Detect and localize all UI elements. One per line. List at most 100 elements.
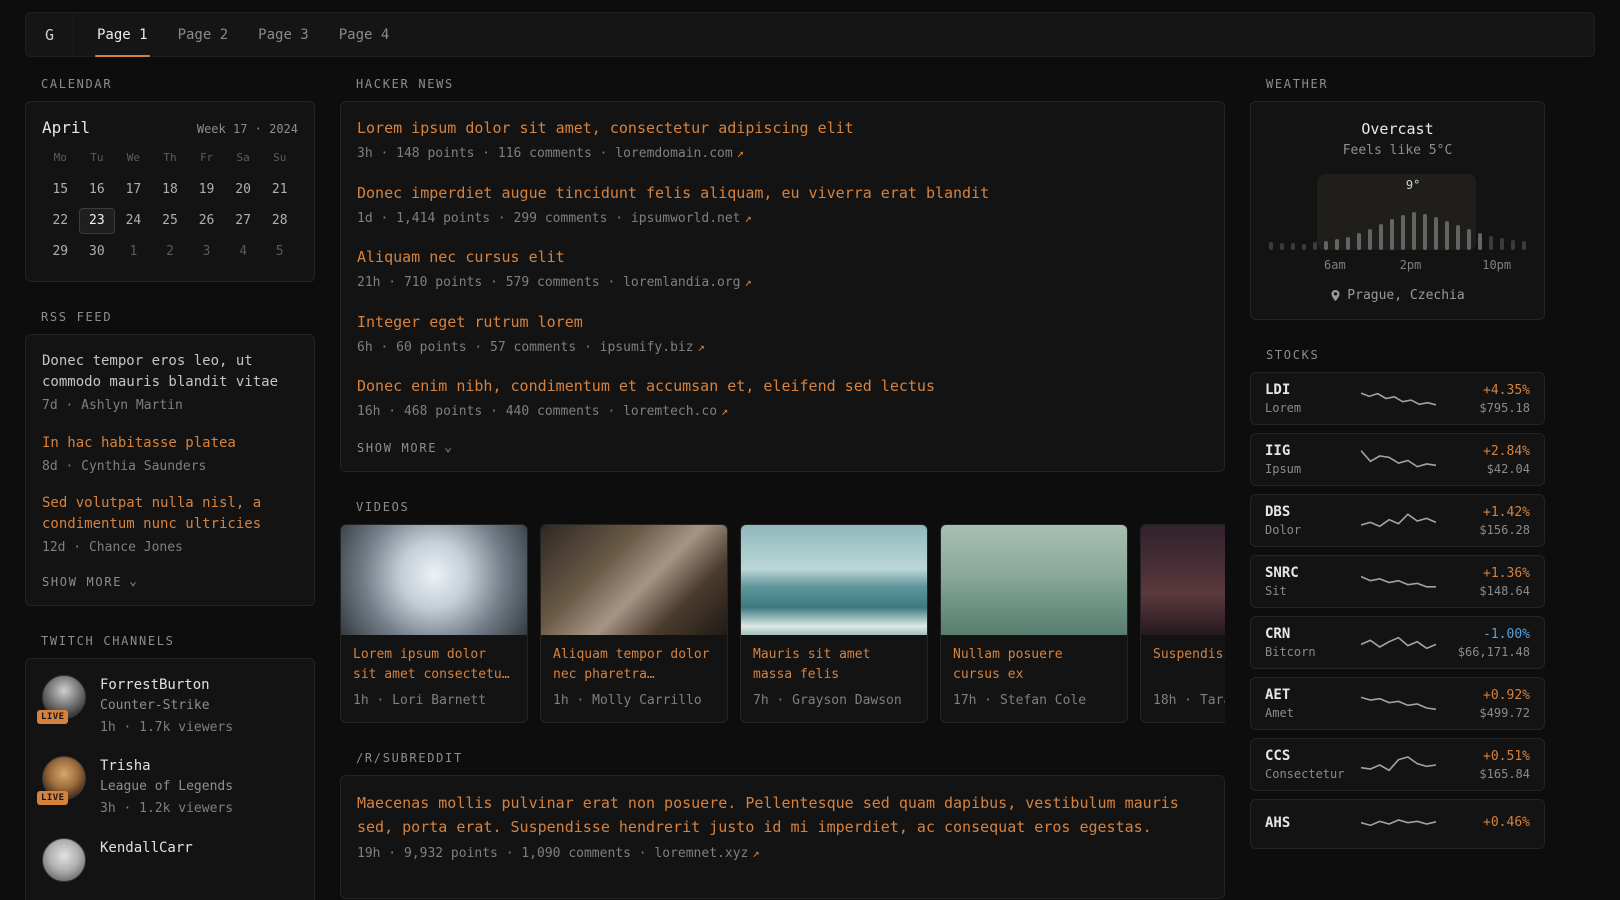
hn-story-meta: 21h · 710 points · 579 comments · loreml… [357, 273, 1208, 293]
stock-row[interactable]: AET Amet +0.92% $499.72 [1250, 677, 1545, 730]
hn-story-title[interactable]: Integer eget rutrum lorem [357, 312, 1208, 333]
stock-row[interactable]: CCS Consectetur +0.51% $165.84 [1250, 738, 1545, 791]
calendar-grid: MoTuWeThFrSaSu 1516171819202122232425262… [42, 151, 298, 265]
video-title[interactable]: Lorem ipsum dolor sit amet consectetu… [353, 645, 515, 685]
calendar-day[interactable]: 26 [188, 208, 225, 234]
stocks-list: LDI Lorem +4.35% $795.18 IIG Ipsum [1250, 372, 1545, 849]
hn-story-stats: 16h · 468 points · 440 comments · [357, 404, 615, 419]
hn-story-meta: 1d · 1,414 points · 299 comments · ipsum… [357, 209, 1208, 229]
stock-change: +1.42% [1444, 505, 1530, 520]
calendar-day[interactable]: 19 [188, 177, 225, 203]
video-title[interactable]: Nullam posuere cursus ex [953, 645, 1115, 685]
weather-feels-like: Feels like 5°C [1267, 143, 1528, 158]
calendar-day[interactable]: 17 [115, 177, 152, 203]
hn-story-domain-link[interactable]: ipsumworld.net↗ [631, 211, 752, 226]
video-thumbnail[interactable] [941, 525, 1127, 635]
calendar-day[interactable]: 27 [225, 208, 262, 234]
hn-story-domain-link[interactable]: ipsumify.biz↗ [600, 340, 705, 355]
calendar-day[interactable]: 1 [115, 239, 152, 265]
hackernews-section-title: HACKER NEWS [356, 77, 1225, 91]
stock-row[interactable]: LDI Lorem +4.35% $795.18 [1250, 372, 1545, 425]
calendar-day[interactable]: 22 [42, 208, 79, 234]
twitch-channel[interactable]: LIVE Trisha League of Legends 3h · 1.2k … [42, 756, 298, 819]
video-body: Aliquam tempor dolor nec pharetra… 1h · … [541, 635, 727, 723]
weather-condition: Overcast [1267, 120, 1528, 138]
calendar-day[interactable]: 23 [79, 208, 116, 234]
rss-item-title[interactable]: Sed volutpat nulla nisl, a condimentum n… [42, 493, 298, 535]
avatar-wrap [42, 838, 86, 882]
stock-row[interactable]: DBS Dolor +1.42% $156.28 [1250, 494, 1545, 547]
hn-show-more-button[interactable]: SHOW MORE ⌄ [357, 441, 454, 455]
hn-story-domain-link[interactable]: loremlandia.org↗ [623, 275, 752, 290]
video-thumbnail[interactable] [341, 525, 527, 635]
hn-story: Integer eget rutrum lorem 6h · 60 points… [357, 312, 1208, 358]
nav-tab[interactable]: Page 4 [324, 13, 405, 56]
nav-tab[interactable]: Page 3 [243, 13, 324, 56]
calendar-day[interactable]: 5 [261, 239, 298, 265]
rss-item-title[interactable]: In hac habitasse platea [42, 433, 298, 454]
calendar-day[interactable]: 20 [225, 177, 262, 203]
video-title[interactable]: Suspendisse diam [1153, 645, 1225, 685]
hn-story-domain-link[interactable]: loremdomain.com↗ [615, 146, 744, 161]
calendar-day[interactable]: 30 [79, 239, 116, 265]
video-body: Nullam posuere cursus ex 17h · Stefan Co… [941, 635, 1127, 723]
calendar-day[interactable]: 3 [188, 239, 225, 265]
video-card[interactable]: Lorem ipsum dolor sit amet consectetu… 1… [340, 524, 528, 724]
calendar-day[interactable]: 25 [152, 208, 189, 234]
video-title[interactable]: Aliquam tempor dolor nec pharetra… [553, 645, 715, 685]
dashboard: CALENDAR April Week 17 · 2024 MoTuWeThFr… [0, 57, 1620, 900]
calendar-day[interactable]: 29 [42, 239, 79, 265]
calendar-day[interactable]: 2 [152, 239, 189, 265]
stock-row[interactable]: AHS +0.46% [1250, 799, 1545, 849]
calendar-day[interactable]: 15 [42, 177, 79, 203]
calendar-week-info: Week 17 · 2024 [197, 122, 298, 136]
hn-story-title[interactable]: Donec enim nibh, condimentum et accumsan… [357, 376, 1208, 397]
video-card[interactable]: Suspendisse diam 18h · Tara [1140, 524, 1225, 724]
stock-row[interactable]: CRN Bitcorn -1.00% $66,171.48 [1250, 616, 1545, 669]
stock-values: +0.51% $165.84 [1444, 749, 1530, 781]
video-title[interactable]: Mauris sit amet massa felis [753, 645, 915, 685]
calendar-day[interactable]: 4 [225, 239, 262, 265]
video-thumbnail[interactable] [541, 525, 727, 635]
weather-hour-bar [1489, 236, 1493, 250]
hn-story-domain: loremlandia.org [623, 275, 740, 290]
hn-story-title[interactable]: Donec imperdiet augue tincidunt felis al… [357, 183, 1208, 204]
hn-story-domain-link[interactable]: loremtech.co↗ [623, 404, 728, 419]
rss-show-more-button[interactable]: SHOW MORE ⌄ [42, 575, 139, 589]
app-logo[interactable]: G [26, 13, 74, 56]
stock-change: +0.92% [1444, 688, 1530, 703]
nav-tab[interactable]: Page 2 [163, 13, 244, 56]
stock-row[interactable]: SNRC Sit +1.36% $148.64 [1250, 555, 1545, 608]
calendar-weekday: Mo [42, 151, 79, 164]
hn-story-title[interactable]: Lorem ipsum dolor sit amet, consectetur … [357, 118, 1208, 139]
twitch-channel[interactable]: LIVE ForrestBurton Counter-Strike 1h · 1… [42, 675, 298, 738]
calendar-weekday: Th [152, 151, 189, 164]
video-card[interactable]: Aliquam tempor dolor nec pharetra… 1h · … [540, 524, 728, 724]
video-thumbnail[interactable] [1141, 525, 1225, 635]
stock-row[interactable]: IIG Ipsum +2.84% $42.04 [1250, 433, 1545, 486]
hn-story-title[interactable]: Aliquam nec cursus elit [357, 247, 1208, 268]
weather-hour-bar [1379, 224, 1383, 250]
calendar-day[interactable]: 21 [261, 177, 298, 203]
channel-name: ForrestBurton [100, 675, 233, 695]
subreddit-post-domain-link[interactable]: loremnet.xyz↗ [654, 846, 759, 861]
stock-id: AHS [1265, 815, 1353, 834]
calendar-day[interactable]: 18 [152, 177, 189, 203]
stock-values: +4.35% $795.18 [1444, 383, 1530, 415]
nav-tab[interactable]: Page 1 [82, 13, 163, 56]
subreddit-post-stats: 19h · 9,932 points · 1,090 comments · [357, 846, 647, 861]
video-thumbnail[interactable] [741, 525, 927, 635]
hn-story-meta: 6h · 60 points · 57 comments · ipsumify.… [357, 338, 1208, 358]
calendar-day[interactable]: 28 [261, 208, 298, 234]
stock-change: +1.36% [1444, 566, 1530, 581]
calendar-day[interactable]: 16 [79, 177, 116, 203]
video-card[interactable]: Mauris sit amet massa felis 7h · Grayson… [740, 524, 928, 724]
video-card[interactable]: Nullam posuere cursus ex 17h · Stefan Co… [940, 524, 1128, 724]
stock-values: +1.42% $156.28 [1444, 505, 1530, 537]
weather-location: Prague, Czechia [1267, 288, 1528, 303]
calendar-day[interactable]: 24 [115, 208, 152, 234]
calendar-weekday: Sa [225, 151, 262, 164]
subreddit-post-title[interactable]: Maecenas mollis pulvinar erat non posuer… [357, 792, 1208, 839]
twitch-channel[interactable]: KendallCarr [42, 838, 298, 882]
rss-item-title[interactable]: Donec tempor eros leo, ut commodo mauris… [42, 351, 298, 393]
